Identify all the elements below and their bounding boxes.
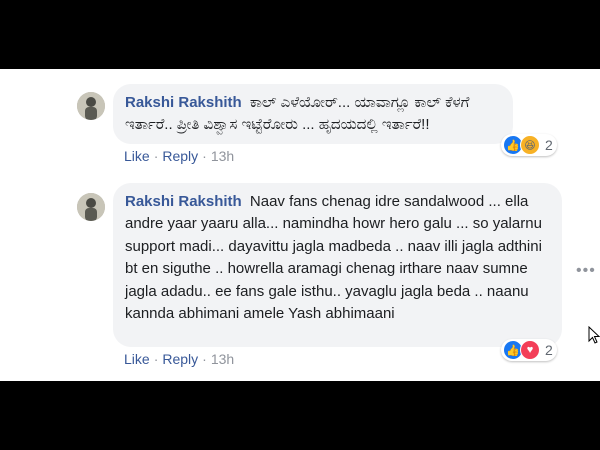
comment-bubble: Rakshi Rakshith Naav fans chenag idre sa… <box>113 183 562 347</box>
like-link[interactable]: Like <box>124 351 150 367</box>
comment-author[interactable]: Rakshi Rakshith <box>125 193 242 210</box>
comment-bubble: Rakshi Rakshith ಕಾಲ್ ಎಳೆಯೋರ್... ಯಾವಾಗ್ಲೂ… <box>113 84 513 144</box>
reply-link[interactable]: Reply <box>162 148 198 164</box>
love-icon: ♥ <box>520 340 540 360</box>
timestamp[interactable]: 13h <box>211 148 234 164</box>
comment-actions: Like · Reply · 13h <box>124 148 235 164</box>
comment-text: Naav fans chenag idre sandalwood ... ell… <box>125 193 542 323</box>
haha-icon: 😆 <box>520 135 540 155</box>
reply-link[interactable]: Reply <box>162 351 198 367</box>
comments-panel: Rakshi Rakshith ಕಾಲ್ ಎಳೆಯೋರ್... ಯಾವಾಗ್ಲೂ… <box>0 69 600 381</box>
reaction-count: 2 <box>545 137 553 153</box>
reaction-summary[interactable]: 👍 😆 2 <box>501 134 557 156</box>
comment-author[interactable]: Rakshi Rakshith <box>125 94 242 111</box>
like-link[interactable]: Like <box>124 148 150 164</box>
timestamp[interactable]: 13h <box>211 351 234 367</box>
more-options-icon[interactable]: ••• <box>576 262 596 280</box>
mouse-cursor-icon <box>588 325 600 349</box>
avatar[interactable] <box>77 92 105 120</box>
avatar[interactable] <box>77 193 105 221</box>
reaction-count: 2 <box>545 342 553 358</box>
comment-actions: Like · Reply · 13h <box>124 351 235 367</box>
reaction-summary[interactable]: 👍 ♥ 2 <box>501 339 557 361</box>
